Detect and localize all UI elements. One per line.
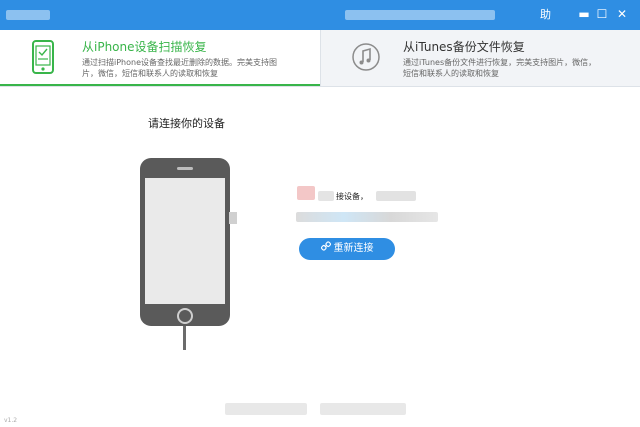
status-prefix-blurred — [318, 191, 334, 201]
tab-description: 通过扫描iPhone设备查找最近删除的数据。完美支持图片，微信，短信和联系人的读… — [82, 58, 278, 78]
tab-title: 从iTunes备份文件恢复 — [403, 40, 525, 54]
tab-divider — [320, 30, 321, 86]
phone-home-button — [177, 308, 193, 324]
phone-screen — [145, 178, 225, 304]
minimize-icon[interactable]: ▬ — [576, 6, 592, 22]
status-icon-blurred — [297, 186, 315, 200]
tab-title: 从iPhone设备扫描恢复 — [82, 40, 207, 54]
footer-link-blurred[interactable] — [225, 403, 307, 415]
tab-iphone-scan-recovery[interactable]: 从iPhone设备扫描恢复 通过扫描iPhone设备查找最近删除的数据。完美支持… — [0, 30, 320, 86]
usb-cable — [183, 326, 186, 350]
status-line2-blurred — [296, 212, 438, 222]
phone-illustration — [140, 158, 230, 326]
tab-description: 通过iTunes备份文件进行恢复，完美支持图片，微信，短信和联系人的读取和恢复 — [403, 58, 597, 78]
phone-side-button — [229, 212, 237, 224]
phone-scan-icon — [30, 39, 56, 79]
connection-message: 接设备， — [336, 192, 368, 201]
help-link[interactable]: 助 — [540, 8, 551, 22]
tab-itunes-backup-recovery[interactable]: 从iTunes备份文件恢复 通过iTunes备份文件进行恢复，完美支持图片，微信… — [321, 30, 640, 86]
maximize-icon[interactable]: ☐ — [594, 6, 610, 22]
footer-link-blurred[interactable] — [320, 403, 406, 415]
title-bar: 助 ▬ ☐ ✕ — [0, 0, 640, 30]
status-suffix-blurred — [376, 191, 416, 201]
reconnect-label: 重新连接 — [333, 243, 374, 254]
link-icon — [320, 238, 331, 260]
connect-heading: 请连接你的设备 — [148, 117, 225, 130]
close-icon[interactable]: ✕ — [614, 6, 630, 22]
app-title-blurred — [6, 10, 50, 20]
version-label: v1.2 — [4, 417, 18, 424]
user-info-blurred — [345, 10, 495, 20]
reconnect-button[interactable]: 重新连接 — [299, 238, 395, 260]
itunes-music-icon — [351, 42, 381, 76]
phone-speaker — [177, 167, 193, 170]
